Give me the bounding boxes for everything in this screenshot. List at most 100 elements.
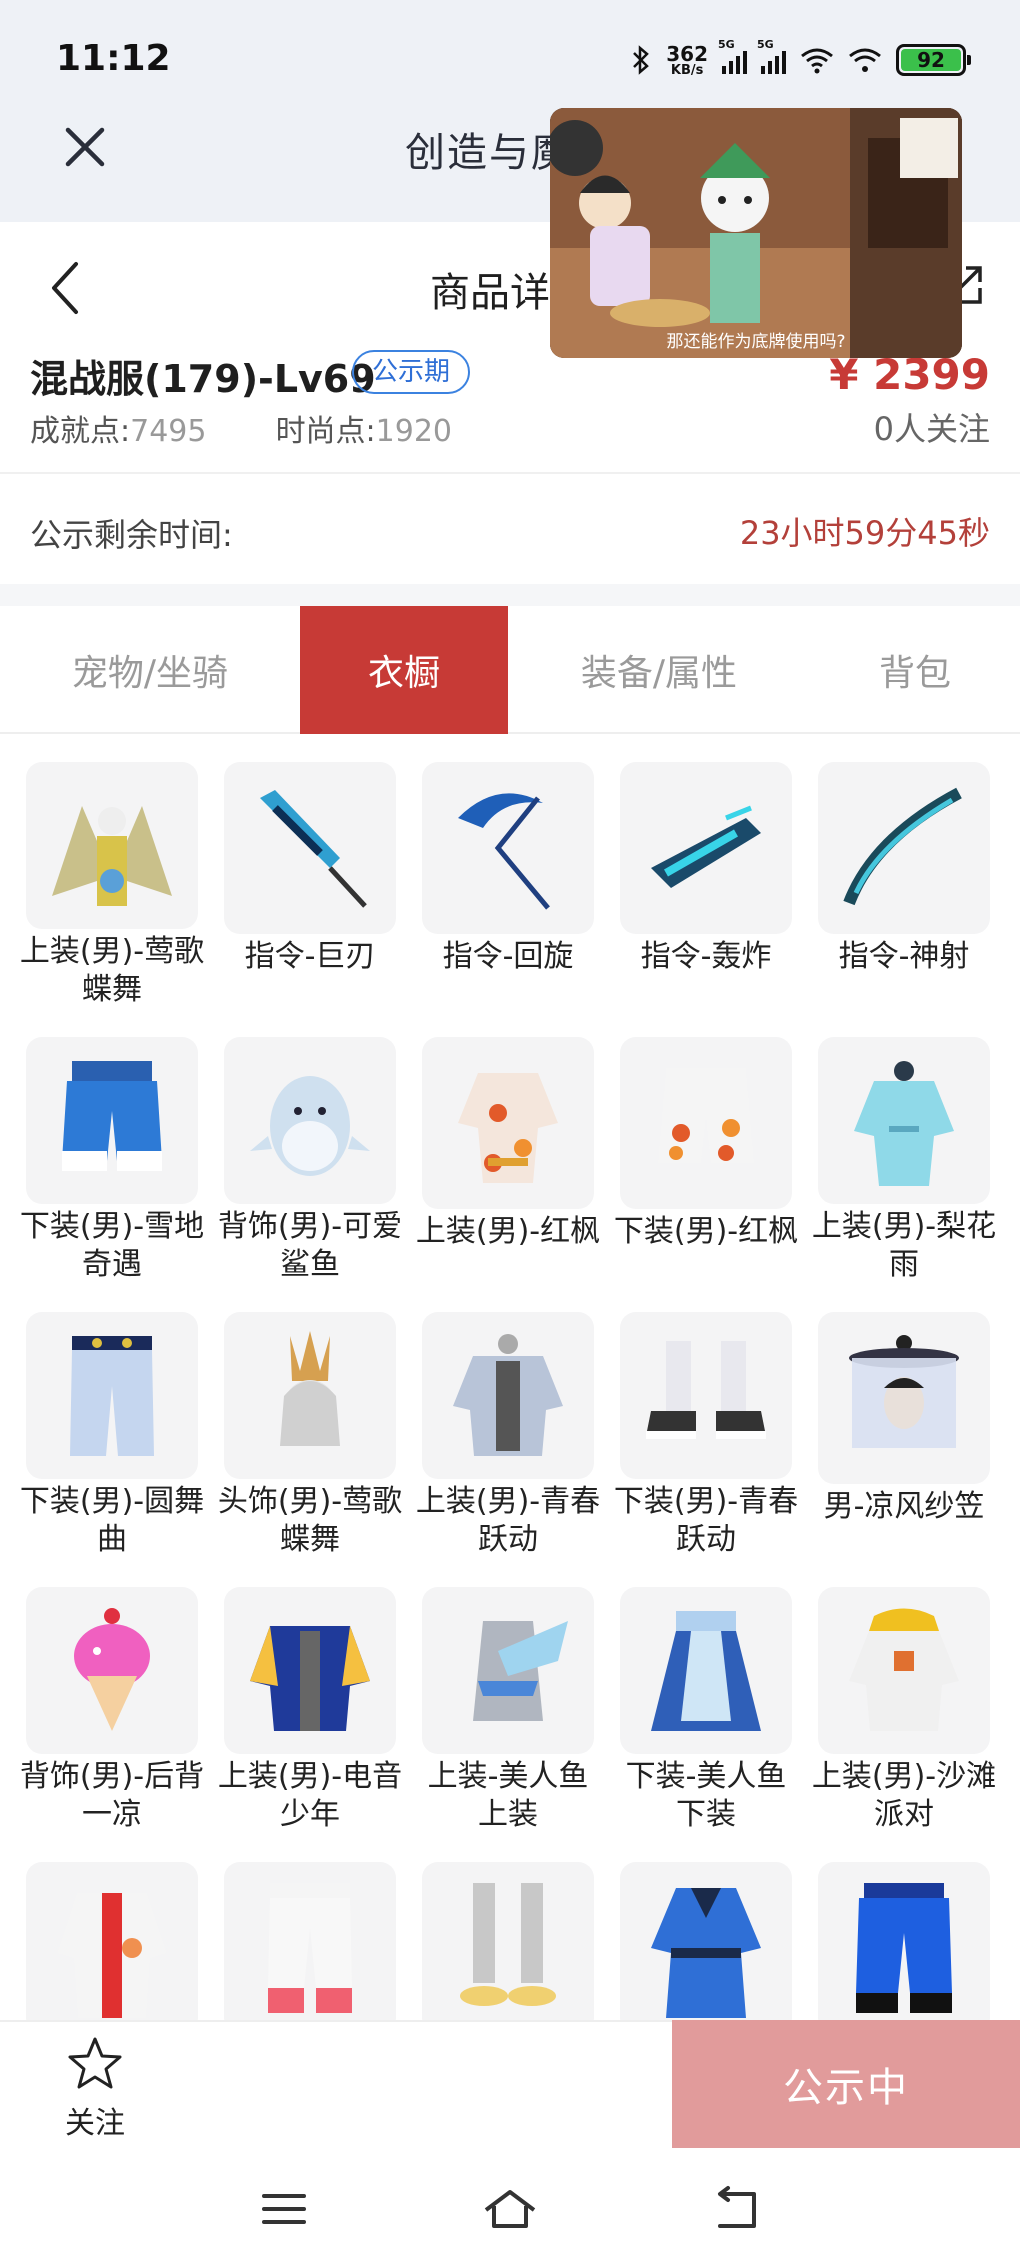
blue-pants-icon (856, 1883, 952, 2013)
great-blade-icon (260, 790, 367, 908)
wardrobe-item[interactable]: 头饰(男)-莺歌蝶舞 (218, 1312, 402, 1559)
item-thumbnail (818, 1312, 990, 1484)
achievement-value: 7495 (130, 414, 207, 449)
sneakers-icon (646, 1340, 766, 1439)
menu-icon[interactable] (254, 2184, 314, 2234)
wardrobe-item[interactable]: 上装(男)-沙滩派对 (812, 1587, 996, 1834)
wardrobe-item[interactable]: 上装(男)-电音少年 (218, 1587, 402, 1834)
item-thumbnail (422, 1037, 594, 1209)
waltz-pants-icon (70, 1335, 154, 1456)
favorite-label: 关注 (65, 2106, 125, 2141)
battery-icon: 92 (896, 44, 971, 76)
achievement-label: 成就点: (30, 414, 131, 449)
back-nav-icon[interactable] (706, 2184, 766, 2234)
item-thumbnail (620, 1587, 792, 1754)
item-label: 上装(男)-沙滩派对 (811, 1759, 997, 1832)
scythe-icon (458, 793, 550, 910)
item-thumbnail (620, 1037, 792, 1209)
snow-shorts-icon (62, 1060, 162, 1171)
item-thumbnail (224, 762, 396, 934)
wardrobe-item[interactable]: 指令-神射 (818, 762, 990, 1009)
net-speed-value: 362 (666, 41, 708, 66)
video-overlay[interactable]: 那还能作为底牌使用吗? (550, 108, 962, 358)
tab-pets-mounts[interactable]: 宠物/坐骑 (0, 606, 300, 734)
fashion-label: 时尚点: (275, 414, 376, 449)
item-label: 下装(男)-雪地奇遇 (19, 1209, 205, 1282)
status-icons: 362 KB/s 5G 5G 92 (630, 38, 971, 80)
signal-label: 5G (718, 38, 735, 51)
item-thumbnail (422, 1862, 594, 2034)
wardrobe-grid: 上装(男)-莺歌蝶舞 指令-巨刃 指令-回旋 指令-轰炸 指令-神射下装(男)-雪地奇遇… (20, 762, 996, 2109)
item-label: 下装(男)-红枫 (613, 1214, 799, 1249)
wardrobe-item[interactable]: 下装-美人鱼下装 (620, 1587, 792, 1834)
varsity-jacket-icon (250, 1625, 370, 1731)
item-thumbnail (26, 762, 198, 929)
wardrobe-item[interactable]: 上装(男)-青春跃动 (416, 1312, 600, 1559)
wardrobe-item[interactable]: 背饰(男)-后背一凉 (20, 1587, 204, 1834)
publicity-status-button[interactable]: 公示中 (672, 2020, 1020, 2148)
item-thumbnail (224, 1587, 396, 1754)
wardrobe-item[interactable]: 上装-美人鱼上装 (422, 1587, 594, 1834)
winged-outfit-icon (52, 805, 172, 906)
item-thumbnail (818, 1587, 990, 1754)
item-thumbnail (620, 1312, 792, 1479)
item-label: 下装(男)-青春跃动 (613, 1484, 799, 1557)
item-thumbnail (422, 1587, 594, 1754)
item-thumbnail (224, 1862, 396, 2034)
home-icon[interactable] (480, 2184, 540, 2234)
wifi-icon (801, 48, 833, 74)
cell-signal-1-icon: 5G (718, 38, 747, 74)
item-label: 下装-美人鱼下装 (625, 1759, 787, 1832)
item-thumbnail (818, 1037, 990, 1204)
item-label: 背饰(男)-可爱鲨鱼 (217, 1209, 403, 1282)
tab-equipment[interactable]: 装备/属性 (508, 606, 810, 734)
wardrobe-item[interactable]: 下装(男)-青春跃动 (614, 1312, 798, 1559)
item-label: 上装(男)-青春跃动 (415, 1484, 601, 1557)
item-thumbnail (26, 1587, 198, 1754)
item-label: 上装(男)-梨花雨 (811, 1209, 997, 1282)
wardrobe-item[interactable]: 指令-巨刃 (224, 762, 396, 1009)
follower-count: 0人关注 (873, 410, 990, 448)
shark-backpack-icon (250, 1075, 370, 1176)
wardrobe-item[interactable]: 指令-轰炸 (620, 762, 792, 1009)
wardrobe-item[interactable]: 上装(男)-梨花雨 (812, 1037, 996, 1284)
item-stats: 成就点:7495 时尚点:1920 (30, 406, 452, 450)
item-label: 指令-巨刃 (244, 939, 376, 974)
youth-jacket-icon (453, 1333, 563, 1456)
item-label: 指令-轰炸 (640, 939, 772, 974)
wardrobe-item[interactable]: 上装(男)-红枫 (416, 1037, 600, 1284)
video-frame (550, 108, 962, 358)
item-thumbnail (26, 1037, 198, 1204)
wardrobe-item[interactable]: 下装(男)-雪地奇遇 (20, 1037, 204, 1284)
wardrobe-item[interactable]: 男-凉风纱笠 (818, 1312, 990, 1559)
wardrobe-item[interactable]: 下装(男)-红枫 (614, 1037, 798, 1284)
white-pants-icon (268, 1883, 352, 2013)
wardrobe-item[interactable]: 指令-回旋 (422, 762, 594, 1009)
wardrobe-item[interactable]: 背饰(男)-可爱鲨鱼 (218, 1037, 402, 1284)
battery-level: 92 (901, 48, 961, 72)
status-time: 11:12 (56, 38, 171, 79)
wardrobe-item[interactable]: 下装(男)-圆舞曲 (20, 1312, 204, 1559)
item-thumbnail (818, 1862, 990, 2034)
ice-cream-icon (74, 1607, 150, 1731)
feather-headdress-icon (280, 1330, 340, 1446)
wardrobe-item[interactable]: 上装(男)-莺歌蝶舞 (20, 762, 204, 1009)
item-thumbnail (620, 762, 792, 934)
signal-label-2: 5G (757, 38, 774, 51)
item-label: 上装(男)-电音少年 (217, 1759, 403, 1832)
item-label: 男-凉风纱笠 (823, 1489, 985, 1524)
item-thumbnail (422, 1312, 594, 1479)
tab-wardrobe[interactable]: 衣橱 (300, 606, 508, 734)
countdown-label: 公示剩余时间: (30, 516, 233, 554)
item-label: 背饰(男)-后背一凉 (19, 1759, 205, 1832)
tab-backpack[interactable]: 背包 (810, 606, 1020, 734)
net-speed-unit: KB/s (670, 62, 704, 78)
item-thumbnail (224, 1037, 396, 1204)
section-gap (0, 584, 1020, 606)
fox-jacket-icon (57, 1893, 167, 2018)
mermaid-top-icon (473, 1620, 568, 1721)
cell-signal-2-icon: 5G (757, 38, 786, 74)
favorite-button[interactable]: 关注 (40, 2034, 150, 2144)
item-label: 指令-神射 (838, 939, 970, 974)
item-thumbnail (818, 762, 990, 934)
